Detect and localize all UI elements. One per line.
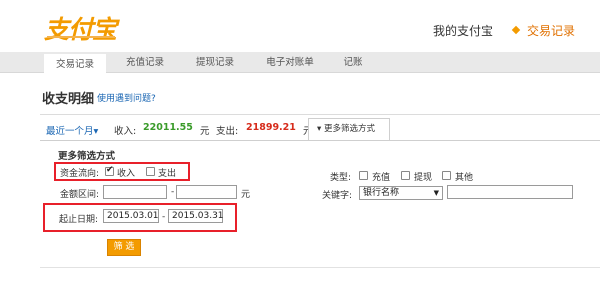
transaction-record-link[interactable]: 交易记录 [527, 22, 575, 39]
diamond-icon [511, 25, 521, 35]
type-other-label: 其他 [455, 173, 474, 183]
type-withdraw-checkbox[interactable] [401, 171, 410, 180]
alipay-logo[interactable]: 支付宝 [44, 10, 117, 46]
page-title: 收支明细 [42, 92, 95, 107]
amount-separator: - [171, 187, 175, 197]
logo-underline [47, 36, 115, 38]
header: 支付宝 我的支付宝 交易记录 [0, 0, 600, 48]
direction-label: 资金流向: [60, 169, 100, 179]
tab-transaction-records[interactable]: 交易记录 [44, 52, 106, 73]
divider [40, 267, 600, 268]
date-label: 起止日期: [59, 215, 99, 225]
amount-label: 金额区间: [60, 190, 100, 200]
tab-e-statement[interactable]: 电子对账单 [258, 52, 322, 73]
type-withdraw-label: 提现 [414, 173, 433, 183]
amount-unit: 元 [241, 190, 251, 200]
sub-navigation: 交易记录 充值记录 提现记录 电子对账单 记账 [0, 52, 600, 73]
type-other-checkbox[interactable] [442, 171, 451, 180]
tab-withdraw-records[interactable]: 提现记录 [186, 52, 244, 73]
expense-value: 21899.21 [246, 122, 296, 133]
income-unit: 元 [200, 126, 210, 137]
keyword-label: 关键字: [322, 191, 353, 201]
date-separator: - [162, 212, 166, 222]
amount-max-input[interactable] [176, 185, 237, 199]
dropdown-arrow-icon: ▼ [433, 189, 439, 197]
end-date-input[interactable]: 2015.03.31 [168, 209, 224, 223]
type-label: 类型: [330, 173, 352, 183]
amount-min-input[interactable] [103, 185, 167, 199]
help-link[interactable]: 使用遇到问题? [97, 91, 156, 104]
type-recharge-label: 充值 [372, 173, 391, 183]
income-option-label: 收入 [117, 169, 136, 179]
filter-panel-title: 更多筛选方式 [58, 151, 116, 162]
expense-checkbox[interactable] [146, 167, 155, 176]
expense-option-label: 支出 [158, 169, 177, 179]
start-date-input[interactable]: 2015.03.01 [103, 209, 159, 223]
keyword-type-select[interactable]: 银行名称 ▼ [359, 186, 443, 200]
keyword-input[interactable] [447, 185, 573, 199]
income-label: 收入: [114, 126, 137, 137]
tab-bookkeeping[interactable]: 记账 [336, 52, 370, 73]
income-checkbox[interactable] [105, 165, 114, 176]
filter-submit-button[interactable]: 筛 选 [107, 239, 141, 256]
tab-recharge-records[interactable]: 充值记录 [116, 52, 174, 73]
type-recharge-checkbox[interactable] [359, 171, 368, 180]
expense-label: 支出: [216, 126, 239, 137]
income-value: 22011.55 [143, 122, 193, 133]
period-dropdown[interactable]: 最近一个月▾ [46, 123, 98, 137]
my-alipay-link[interactable]: 我的支付宝 [433, 22, 493, 39]
more-filters-toggle[interactable]: ▾ 更多筛选方式 [308, 118, 390, 140]
